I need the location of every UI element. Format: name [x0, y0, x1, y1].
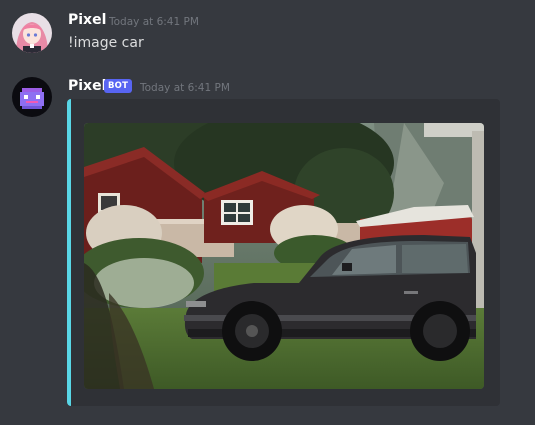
timestamp: Today at 6:41 PM	[109, 16, 199, 28]
username[interactable]: Pixel	[68, 78, 106, 94]
message-1: Pixel Today at 6:41 PM !image car	[0, 0, 535, 66]
image-embed	[67, 99, 500, 406]
embed-image[interactable]	[84, 123, 484, 389]
pixel-bot-avatar-icon	[12, 77, 52, 117]
anime-girl-avatar-icon	[12, 13, 52, 53]
message-text: !image car	[68, 35, 144, 51]
timestamp: Today at 6:41 PM	[140, 82, 230, 94]
bot-tag: BOT	[104, 79, 133, 93]
car-photo-image	[84, 123, 484, 389]
user-avatar[interactable]	[12, 13, 52, 53]
embed-accent-bar	[67, 99, 71, 406]
username[interactable]: Pixel	[68, 12, 106, 28]
bot-avatar[interactable]	[12, 77, 52, 117]
